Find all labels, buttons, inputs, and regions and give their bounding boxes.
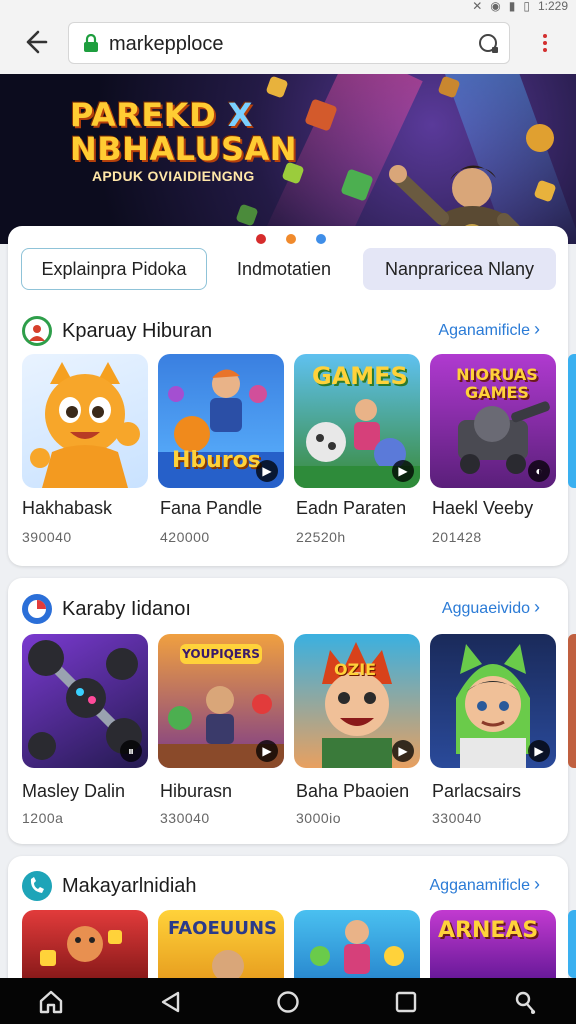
app-tile[interactable]: OZIE ▶ <box>294 634 420 768</box>
play-icon: ▶ <box>256 460 278 482</box>
app-title: Fana Pandle <box>160 498 263 518</box>
section-title: Karaby Iidanoı <box>62 598 191 620</box>
app-title: Hiburasn <box>160 781 233 801</box>
next-tile-peek[interactable] <box>568 910 576 978</box>
section-title: Kparuay Hiburan <box>62 320 213 342</box>
app-title: Hakhabask <box>22 498 113 518</box>
assistant-icon[interactable] <box>512 990 538 1014</box>
app-tile[interactable]: YOUPIQERS ▶ <box>158 634 284 768</box>
home-icon[interactable] <box>38 990 64 1014</box>
status-bar: ✕ ◉ ▮ ▯ 1:229 <box>0 0 576 14</box>
address-bar[interactable]: markepploce <box>68 22 510 64</box>
url-text: markepploce <box>109 33 224 55</box>
carousel-dot[interactable] <box>286 234 296 244</box>
see-all-link[interactable]: Aganamificle <box>438 322 530 340</box>
cat-mascot-icon <box>30 362 140 488</box>
app-title: Eadn Paraten <box>296 498 407 518</box>
play-icon: ◐ <box>528 460 550 482</box>
app-tile[interactable]: NIORUAS GAMES ◐ <box>430 354 556 488</box>
app-tile[interactable]: ARNEAS <box>430 910 556 978</box>
carousel-dot[interactable] <box>316 234 326 244</box>
app-title: Haekl Veeby <box>432 498 534 518</box>
tile-art-text: ARNEAS <box>438 918 539 943</box>
section-header: Kparuay Hiburan Aganamificle › <box>0 316 576 348</box>
play-icon: ▶ <box>528 740 550 762</box>
carousel-indicator <box>256 234 326 244</box>
browser-toolbar: markepploce <box>0 14 576 74</box>
play-icon: ▶ <box>392 740 414 762</box>
section-header: Makayarlnidiah Agganamificle › <box>0 871 576 903</box>
lock-icon <box>83 33 99 52</box>
app-tile[interactable]: FAOEUUNS <box>158 910 284 978</box>
play-icon: ▶ <box>392 460 414 482</box>
section-header: Karaby Iidanoı Agguaeivido › <box>0 594 576 626</box>
app-title: Baha Pbaoien <box>296 781 410 801</box>
battery-icon: ▯ <box>523 0 530 13</box>
app-downloads: 390040 <box>22 529 72 545</box>
app-tile[interactable] <box>294 910 420 978</box>
mute-icon: ✕ <box>472 0 483 13</box>
system-nav-bar <box>0 978 576 1024</box>
app-title: Masley Dalin <box>22 781 126 801</box>
app-tile[interactable] <box>22 354 148 488</box>
app-title: Parlacsairs <box>432 781 522 801</box>
carousel-dot[interactable] <box>256 234 266 244</box>
app-tile[interactable]: Hburos ▶ <box>158 354 284 488</box>
more-menu-icon[interactable] <box>538 32 552 56</box>
back-arrow-icon[interactable] <box>20 28 50 58</box>
see-all-link[interactable]: Agganamificle <box>430 877 531 895</box>
hero-subtitle: APDUK OVIAIDIENGNG <box>92 168 255 184</box>
app-downloads: 330040 <box>432 810 482 826</box>
app-tile[interactable]: ▶ <box>430 634 556 768</box>
app-downloads: 22520h <box>296 529 346 545</box>
next-tile-peek[interactable] <box>568 354 576 488</box>
tile-art-text: OZIE <box>334 660 377 679</box>
app-downloads: 1200а <box>22 810 64 826</box>
see-all-link[interactable]: Agguaeivido <box>442 600 530 618</box>
app-downloads: 330040 <box>160 810 210 826</box>
chip-explore[interactable]: Explainpra Pidoka <box>21 248 207 290</box>
hero-title: PAREKD X NBHALUSAN <box>70 96 298 168</box>
app-tile[interactable]: GAMES ▶ <box>294 354 420 488</box>
section-title: Makayarlnidiah <box>62 875 197 897</box>
app-tile[interactable] <box>22 910 148 978</box>
back-icon[interactable] <box>158 990 184 1014</box>
recents-icon[interactable] <box>393 990 419 1014</box>
tile-art-text: Hburos <box>172 448 261 473</box>
clock-time: 1:229 <box>537 0 568 13</box>
wifi-icon: ◉ <box>490 0 501 13</box>
next-tile-peek[interactable] <box>568 634 576 768</box>
signal-icon: ▮ <box>508 0 516 13</box>
category-icon <box>22 594 52 624</box>
play-icon: ⏸ <box>120 740 142 762</box>
app-downloads: 3000io <box>296 810 342 826</box>
app-tile[interactable]: ⏸ <box>22 634 148 768</box>
category-icon <box>22 316 52 346</box>
tab-switcher-icon[interactable] <box>479 34 498 53</box>
category-icon <box>22 871 52 901</box>
app-downloads: 420000 <box>160 529 210 545</box>
chevron-right-icon[interactable]: › <box>534 319 546 340</box>
chevron-right-icon[interactable]: › <box>534 874 546 895</box>
chip-indmotatien[interactable]: Indmotatien <box>218 248 350 290</box>
home-circle-icon[interactable] <box>275 990 301 1014</box>
play-icon: ▶ <box>256 740 278 762</box>
chip-selected[interactable]: Nanpraricea Nlany <box>363 248 556 290</box>
chevron-right-icon[interactable]: › <box>534 597 546 618</box>
filter-chips: Explainpra Pidoka Indmotatien Nanprarice… <box>0 248 576 292</box>
app-downloads: 201428 <box>432 529 482 545</box>
